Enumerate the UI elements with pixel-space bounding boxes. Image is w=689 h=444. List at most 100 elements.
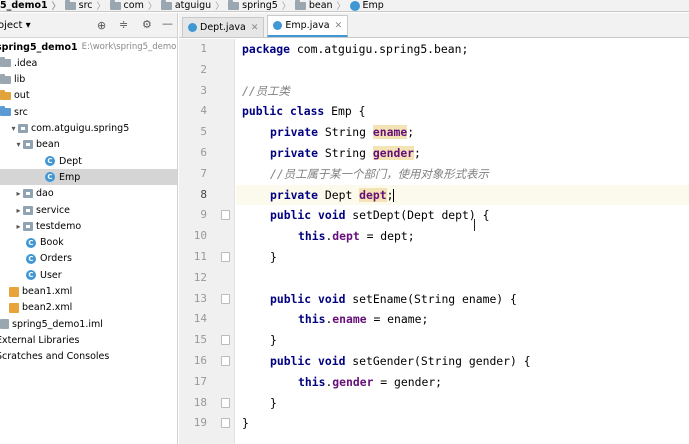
line-number: 10 [193, 229, 207, 243]
collapse-arrow-icon[interactable]: ▸ [14, 189, 23, 198]
collapse-arrow-icon[interactable]: ▸ [14, 222, 23, 231]
tree-item-label: spring5_demo1.iml [12, 318, 103, 330]
expand-arrow-icon[interactable]: ▾ [9, 124, 18, 133]
fold-marker-icon[interactable] [221, 356, 230, 366]
breadcrumb-separator-icon: 〉 [147, 2, 157, 12]
breadcrumb-item[interactable]: spring5 〉 [226, 0, 293, 12]
close-icon[interactable]: ✕ [251, 23, 259, 33]
hide-icon[interactable]: — [162, 17, 173, 30]
code-line-4: public class Emp { [242, 104, 366, 119]
code-editor[interactable]: package com.atguigu.spring5.bean; //员工类 … [236, 39, 689, 444]
target-icon[interactable]: ⊕ [97, 19, 106, 32]
tree-item[interactable]: src [0, 104, 28, 120]
tree-item[interactable]: C Book [26, 235, 64, 251]
line-number: 4 [200, 104, 207, 118]
class-icon: C [26, 237, 36, 248]
collapse-icon[interactable]: ≑ [119, 18, 128, 31]
tree-item[interactable]: C User [26, 267, 62, 283]
line-number: 13 [193, 291, 207, 305]
tree-item-label: .idea [14, 57, 38, 69]
code-line-13: public void setEname(String ename) { [270, 291, 517, 306]
breadcrumb-item[interactable]: 5_demo1 〉 [0, 0, 63, 11]
fold-marker-icon[interactable] [221, 397, 230, 408]
line-number: 8 [200, 187, 207, 201]
tree-item[interactable]: C Dept [45, 153, 82, 169]
tree-item[interactable]: ▾ bean [14, 137, 59, 153]
tab-dept-java[interactable]: Dept.java ✕ [182, 17, 265, 37]
class-icon [349, 0, 360, 11]
line-number: 18 [193, 395, 207, 409]
close-icon[interactable]: ✕ [335, 21, 343, 31]
tree-item[interactable]: spring5_demo1 E:\work\spring5_demo1 [0, 39, 177, 55]
tree-item[interactable]: External Libraries [0, 332, 79, 348]
tree-item-label: com.atguigu.spring5 [31, 123, 130, 134]
fold-marker-icon[interactable] [221, 210, 230, 221]
fold-marker-icon[interactable] [221, 252, 230, 262]
fold-marker-icon[interactable] [221, 418, 230, 429]
tree-item-label: Scratches and Consoles [0, 351, 110, 363]
fold-marker-icon[interactable] [221, 293, 230, 304]
tree-item[interactable]: Scratches and Consoles [0, 349, 109, 365]
tree-item[interactable]: C Orders [26, 251, 72, 267]
breadcrumb-label: atguigu [174, 0, 212, 11]
breadcrumb-label: spring5 [242, 0, 278, 11]
line-number: 1 [200, 42, 207, 55]
tree-item[interactable]: ▸ service [14, 202, 70, 218]
tree-item[interactable]: lib [0, 72, 25, 88]
tree-item[interactable]: out [0, 88, 30, 104]
line-number: 3 [200, 83, 207, 97]
folder-icon [160, 0, 172, 10]
xml-icon [9, 302, 19, 313]
package-icon [23, 205, 33, 215]
breadcrumb-separator-icon: 〉 [215, 2, 225, 12]
tree-item-label: Book [40, 237, 64, 249]
tree-item[interactable]: ▸ dao [14, 186, 53, 202]
breadcrumb-separator-icon: 〉 [96, 2, 106, 12]
tree-item[interactable]: spring5_demo1.iml [0, 316, 103, 332]
package-icon [23, 221, 33, 231]
line-number: 11 [193, 250, 207, 263]
project-view-selector[interactable]: oject ▾ [0, 20, 31, 31]
tree-item[interactable]: ▸ testdemo [14, 218, 81, 234]
project-panel: oject ▾ ⊕ ≑ ⚙ — spring5_demo1 E:\work\spr… [0, 13, 178, 444]
folder-icon [0, 73, 11, 84]
class-icon [273, 21, 283, 30]
collapse-arrow-icon[interactable]: ▸ [14, 206, 23, 215]
tree-item[interactable]: C Emp [0, 169, 177, 186]
tree-item[interactable]: ▾ com.atguigu.spring5 [9, 121, 129, 137]
gear-icon[interactable]: ⚙ [142, 18, 152, 31]
tab-label: Emp.java [285, 20, 330, 31]
editor-tabs: Dept.java ✕ Emp.java ✕ [179, 13, 689, 38]
fold-marker-icon[interactable] [221, 335, 230, 346]
code-line-18: } [270, 395, 277, 410]
code-line-11: } [270, 250, 277, 264]
code-line-17: this.gender = gender; [298, 374, 443, 389]
breadcrumb-item[interactable]: bean 〉 [293, 0, 348, 11]
breadcrumb-separator-icon: 〉 [281, 2, 291, 12]
tree-item-label: Orders [40, 253, 72, 265]
expand-arrow-icon[interactable]: ▾ [14, 140, 23, 149]
folder-icon [228, 0, 240, 10]
line-number: 12 [193, 270, 207, 284]
class-icon [188, 23, 197, 32]
code-line-5: private String ename; [270, 125, 415, 140]
breadcrumb-item[interactable]: src 〉 [63, 0, 108, 12]
code-line-8: private Dept dept; [270, 187, 395, 202]
tab-label: Dept.java [200, 22, 246, 33]
tree-item[interactable]: bean2.xml [9, 300, 72, 316]
text-cursor [393, 188, 395, 202]
mouse-ibeam-cursor [474, 219, 481, 231]
line-number: 9 [200, 208, 207, 222]
tree-item-label: External Libraries [0, 334, 80, 346]
code-line-9: public void setDept(Dept dept) { [270, 208, 490, 223]
line-number: 7 [200, 166, 207, 180]
breadcrumb-item[interactable]: com 〉 [108, 0, 159, 12]
tree-item[interactable]: .idea [0, 55, 37, 71]
folder-icon [294, 0, 306, 10]
breadcrumb-item[interactable]: Emp [348, 0, 384, 11]
tree-item[interactable]: bean1.xml [9, 284, 72, 300]
class-icon: C [26, 253, 36, 264]
tab-emp-java[interactable]: Emp.java ✕ [267, 15, 349, 37]
code-line-15: } [270, 333, 277, 348]
breadcrumb-item[interactable]: atguigu 〉 [159, 0, 226, 12]
